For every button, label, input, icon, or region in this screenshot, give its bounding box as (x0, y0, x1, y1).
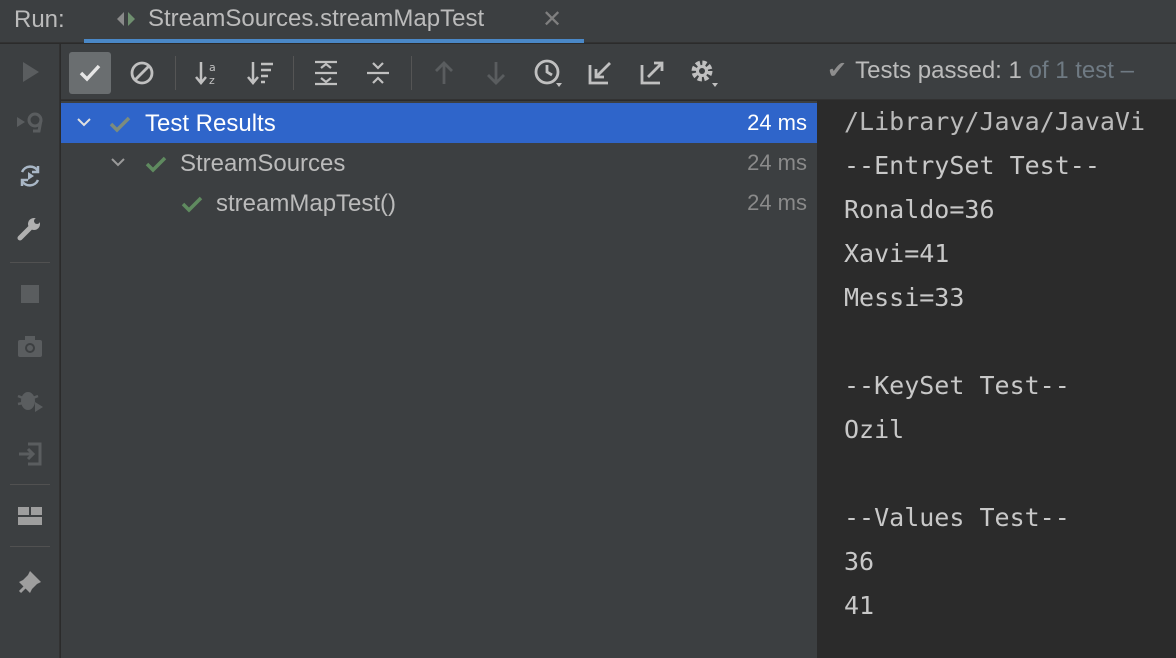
collapse-all-icon[interactable] (357, 52, 399, 94)
tree-row-label: StreamSources (180, 150, 346, 177)
svg-text:a: a (209, 61, 216, 74)
status-label: Tests passed: (855, 57, 1002, 84)
run-titlebar: Run: StreamSources.streamMapTest ✕ (0, 0, 1176, 43)
rerun-failed-icon[interactable] (12, 104, 48, 140)
tab-stream-map-test[interactable]: StreamSources.streamMapTest ✕ (84, 0, 584, 43)
toggle-auto-test-icon[interactable] (12, 158, 48, 194)
import-tests-icon[interactable] (579, 52, 621, 94)
pass-check-icon (181, 196, 203, 213)
status-count: 1 (1008, 57, 1022, 84)
pin-icon[interactable] (12, 564, 48, 600)
tree-row-label: Test Results (145, 110, 276, 137)
expand-all-icon[interactable] (305, 52, 347, 94)
console-output[interactable]: /Library/Java/JavaVi --EntrySet Test-- R… (819, 101, 1176, 658)
tab-active-indicator (84, 39, 584, 43)
console-line: --Values Test-- (844, 503, 1070, 532)
console-line: /Library/Java/JavaVi (844, 107, 1146, 136)
tree-row-stream-sources[interactable]: StreamSources 24 ms (61, 143, 817, 183)
console-line: Ronaldo=36 (844, 195, 995, 224)
status-rest: of 1 test – (1028, 57, 1134, 84)
previous-failed-icon[interactable] (423, 52, 465, 94)
pass-check-icon (109, 116, 131, 133)
wrench-icon[interactable] (12, 210, 48, 246)
show-passed-icon[interactable] (69, 52, 111, 94)
toolbar-separator (10, 262, 50, 263)
export-tests-icon[interactable] (631, 52, 673, 94)
sort-alphabetically-icon[interactable]: az (187, 52, 229, 94)
console-line: Xavi=41 (844, 239, 950, 268)
test-status: ✔ Tests passed: 1 of 1 test – (827, 56, 1134, 85)
show-ignored-icon[interactable] (121, 52, 163, 94)
stop-icon[interactable] (12, 276, 48, 312)
close-icon[interactable]: ✕ (542, 5, 562, 34)
rerun-icon[interactable] (12, 54, 48, 90)
toolbar-separator (10, 546, 50, 547)
layout-icon[interactable] (12, 498, 48, 534)
test-config-icon (114, 7, 138, 31)
test-tree: Test Results 24 ms StreamSources 24 ms s… (61, 101, 817, 658)
camera-icon[interactable] (12, 328, 48, 364)
pass-check-icon (145, 156, 167, 173)
test-history-icon[interactable] (527, 52, 569, 94)
status-check-icon: ✔ (827, 57, 848, 84)
tab-title: StreamSources.streamMapTest (148, 5, 485, 32)
console-line: --EntrySet Test-- (844, 151, 1100, 180)
console-line: Messi=33 (844, 283, 965, 312)
console-line: Ozil (844, 415, 905, 444)
settings-icon[interactable] (683, 52, 725, 94)
svg-text:z: z (209, 74, 215, 87)
sort-by-duration-icon[interactable] (239, 52, 281, 94)
tree-row-label: streamMapTest() (216, 190, 397, 217)
tree-row-stream-map-test[interactable]: streamMapTest() 24 ms (61, 183, 817, 223)
debug-icon[interactable] (12, 382, 48, 418)
run-side-toolbar (0, 44, 60, 658)
tree-row-duration: 24 ms (747, 190, 807, 215)
test-toolbar: az ✔ Tests passed: 1 of 1 test – (61, 44, 1176, 100)
tree-row-duration: 24 ms (747, 110, 807, 135)
toolbar-separator (10, 484, 50, 485)
console-line: 36 (844, 547, 875, 576)
tree-row-duration: 24 ms (747, 150, 807, 175)
exit-icon[interactable] (12, 436, 48, 472)
next-failed-icon[interactable] (475, 52, 517, 94)
chevron-down-icon[interactable] (107, 151, 129, 173)
console-line: --KeySet Test-- (844, 371, 1070, 400)
run-label: Run: (14, 6, 65, 33)
chevron-down-icon[interactable] (73, 111, 95, 133)
console-line: 41 (844, 591, 875, 620)
tree-row-test-results[interactable]: Test Results 24 ms (61, 103, 817, 143)
